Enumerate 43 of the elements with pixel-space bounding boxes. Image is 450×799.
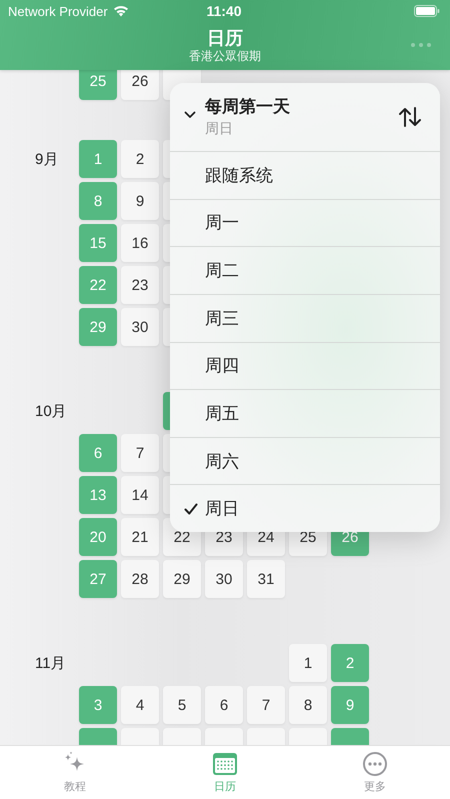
more-icon[interactable]: [410, 42, 432, 48]
day-cell[interactable]: 16: [121, 224, 159, 262]
day-cell[interactable]: 6: [205, 686, 243, 724]
battery-icon: [414, 5, 440, 17]
menu-title: 每周第一天: [205, 96, 291, 118]
ellipsis-icon: [362, 751, 388, 777]
day-cell[interactable]: 1: [289, 644, 327, 682]
menu-option[interactable]: 周五: [170, 390, 440, 438]
day-cell[interactable]: 28: [121, 560, 159, 598]
day-cell[interactable]: 7: [121, 434, 159, 472]
menu-value: 周日: [205, 119, 234, 138]
wifi-icon: [112, 5, 129, 17]
month-label: 9月: [35, 150, 58, 168]
day-cell[interactable]: 21: [121, 518, 159, 556]
day-cell[interactable]: 2: [121, 140, 159, 178]
menu-option[interactable]: 周一: [170, 200, 440, 248]
day-cell[interactable]: 9: [121, 182, 159, 220]
checkmark-icon: [184, 502, 198, 515]
menu-option[interactable]: 周六: [170, 438, 440, 486]
menu-option[interactable]: 周二: [170, 247, 440, 295]
day-cell[interactable]: 14: [121, 476, 159, 514]
month-label: 11月: [35, 654, 66, 672]
menu-option[interactable]: 周三: [170, 294, 440, 342]
day-cell[interactable]: 7: [247, 686, 285, 724]
day-cell[interactable]: 5: [163, 686, 201, 724]
menu-option[interactable]: 周四: [170, 342, 440, 390]
day-cell[interactable]: 30: [205, 560, 243, 598]
day-cell[interactable]: 4: [121, 686, 159, 724]
day-cell[interactable]: 26: [121, 70, 159, 100]
calendar-icon: [212, 751, 238, 777]
page-subtitle: 香港公眾假期: [189, 49, 261, 64]
month-label: 10月: [35, 402, 67, 420]
status-time: 11:40: [206, 3, 242, 19]
page-title: 日历: [207, 27, 243, 49]
day-cell[interactable]: 30: [121, 308, 159, 346]
menu-option[interactable]: 跟随系统: [170, 152, 440, 200]
day-cell[interactable]: 31: [247, 560, 285, 598]
sort-icon[interactable]: [398, 106, 422, 128]
menu-header[interactable]: 每周第一天 周日: [170, 83, 440, 152]
day-cell[interactable]: 8: [289, 686, 327, 724]
day-cell[interactable]: 23: [121, 266, 159, 304]
day-cell[interactable]: 29: [163, 560, 201, 598]
carrier-name: Network Provider: [8, 4, 108, 18]
